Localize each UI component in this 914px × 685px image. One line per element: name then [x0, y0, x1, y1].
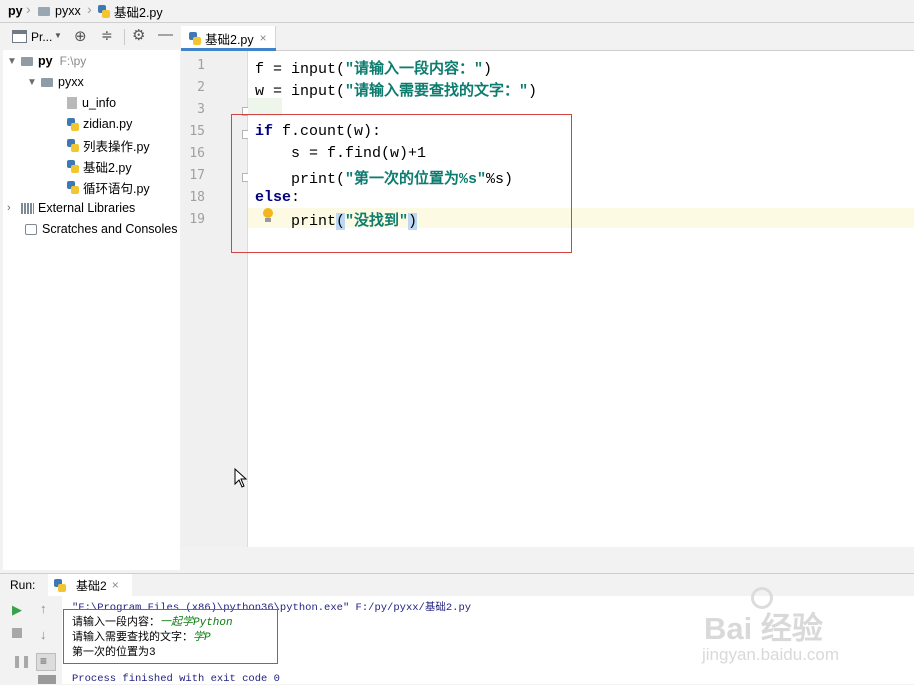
tree-root-name: py [38, 54, 53, 68]
python-file-icon [54, 578, 66, 592]
paw-logo-icon [751, 587, 773, 609]
pause-icon[interactable]: ❚❚ [12, 654, 31, 668]
breadcrumb-root-label: py [8, 4, 23, 18]
line-number: 19 [189, 212, 205, 227]
tab-file-label: 基础2.py [205, 32, 254, 47]
project-toolbar: Pr... ▼ ⊕ ≑ ⚙ — [3, 26, 180, 48]
folder-icon [21, 56, 33, 66]
tree-item-folder[interactable]: ▼ pyxx [27, 72, 84, 92]
collapse-all-icon[interactable]: ≑ [101, 27, 113, 44]
code-token: ) [528, 83, 538, 100]
print-icon[interactable] [38, 675, 56, 684]
tree-item-external-libraries[interactable]: › External Libraries [7, 198, 135, 218]
run-toolbar: ▶ ↑ ↓ ❚❚ ≡ [3, 596, 61, 684]
mouse-cursor-icon [234, 467, 248, 491]
tree-file-name: u_info [82, 96, 117, 110]
expand-arrow-icon[interactable]: › [7, 202, 17, 214]
close-tab-icon[interactable]: × [112, 578, 119, 592]
project-view-icon [12, 30, 27, 43]
soft-wrap-toggle[interactable]: ≡ [36, 653, 56, 671]
breadcrumb-file[interactable]: 基础2.py [98, 3, 163, 20]
folder-icon [38, 6, 50, 16]
line-number: 1 [197, 58, 205, 73]
project-view-selector[interactable]: Pr... [31, 30, 52, 44]
code-line-1: f = input("请输入一段内容：") [255, 57, 492, 78]
chevron-down-icon[interactable]: ▼ [54, 31, 62, 40]
annotation-box-console [63, 609, 278, 664]
line-number: 16 [189, 146, 205, 161]
line-number: 2 [197, 80, 205, 95]
watermark-url: jingyan.baidu.com [702, 645, 840, 664]
folder-icon [41, 77, 53, 87]
breadcrumb-file-label: 基础2.py [114, 5, 163, 20]
toolbar-divider [124, 29, 125, 45]
breadcrumb-folder-label: pyxx [55, 4, 81, 18]
annotation-box-code [231, 114, 572, 253]
breadcrumb-root[interactable]: py [8, 3, 23, 19]
tree-file-item[interactable]: 列表操作.py [67, 135, 150, 155]
code-line-2: w = input("请输入需要查找的文字：") [255, 79, 537, 100]
breadcrumb-separator-icon: › [26, 1, 31, 17]
tab-file[interactable]: 基础2.py × [181, 26, 276, 51]
code-token: ) [483, 61, 493, 78]
line-number: 15 [189, 124, 205, 139]
stop-icon[interactable] [12, 628, 22, 638]
tree-item-scratches[interactable]: Scratches and Consoles [25, 219, 178, 239]
console-exit-message: Process finished with exit code 0 [72, 673, 280, 685]
wrap-icon: ≡ [40, 654, 48, 668]
tree-root-path: F:\py [59, 54, 87, 68]
run-config-label: 基础2 [76, 578, 107, 593]
code-string: "请输入需要查找的文字：" [345, 83, 529, 100]
code-token: w = input( [255, 83, 346, 100]
line-number: 17 [189, 168, 205, 183]
breadcrumb-folder[interactable]: pyxx [38, 3, 81, 19]
arrow-down-icon[interactable]: ↓ [40, 627, 47, 642]
navigation-breadcrumb: py › pyxx › 基础2.py [0, 0, 914, 23]
expand-arrow-icon[interactable]: ▼ [27, 77, 37, 88]
gear-icon[interactable]: ⚙ [132, 26, 145, 44]
tree-file-name: 循环语句.py [83, 181, 150, 196]
expand-arrow-icon[interactable]: ▼ [7, 56, 17, 67]
code-string: "请输入一段内容：" [345, 61, 484, 78]
close-tab-icon[interactable]: × [260, 31, 267, 45]
tree-scratches-label: Scratches and Consoles [42, 222, 178, 236]
tree-file-item[interactable]: u_info [67, 93, 116, 113]
tree-file-item[interactable]: 基础2.py [67, 156, 132, 176]
line-number: 3 [197, 102, 205, 117]
scratches-icon [25, 223, 37, 235]
editor-tab-bar: 基础2.py × [181, 26, 914, 51]
tree-item-root[interactable]: ▼ py F:\py [7, 51, 86, 71]
python-file-icon [67, 159, 79, 173]
hide-panel-icon[interactable]: — [158, 26, 173, 43]
watermark-logo: Bai 经验 [704, 611, 823, 646]
run-label: Run: [10, 578, 36, 592]
tab-run-config[interactable]: 基础2 × [48, 574, 132, 596]
python-file-icon [189, 31, 201, 45]
locate-target-icon[interactable]: ⊕ [74, 27, 87, 45]
tree-file-item[interactable]: zidian.py [67, 114, 132, 134]
tree-external-libraries-label: External Libraries [38, 201, 136, 215]
python-file-icon [67, 117, 79, 131]
python-file-icon [67, 180, 79, 194]
rerun-icon[interactable]: ▶ [12, 602, 22, 618]
tree-file-name: 基础2.py [83, 160, 132, 175]
project-tree: ▼ py F:\py ▼ pyxx u_info zidian.py 列表操作.… [3, 50, 180, 570]
python-file-icon [98, 4, 110, 18]
tree-file-item[interactable]: 循环语句.py [67, 177, 150, 197]
arrow-up-icon[interactable]: ↑ [40, 601, 47, 616]
library-icon [21, 202, 34, 214]
tree-file-name: zidian.py [83, 117, 133, 131]
run-panel-header: Run: 基础2 × [0, 573, 914, 596]
python-file-icon [67, 138, 79, 152]
tree-file-name: 列表操作.py [83, 139, 150, 154]
code-token: f = input( [255, 61, 346, 78]
line-number: 18 [189, 190, 205, 205]
breadcrumb-separator-icon: › [87, 1, 92, 17]
text-file-icon [67, 97, 77, 109]
tree-folder-name: pyxx [58, 75, 84, 89]
